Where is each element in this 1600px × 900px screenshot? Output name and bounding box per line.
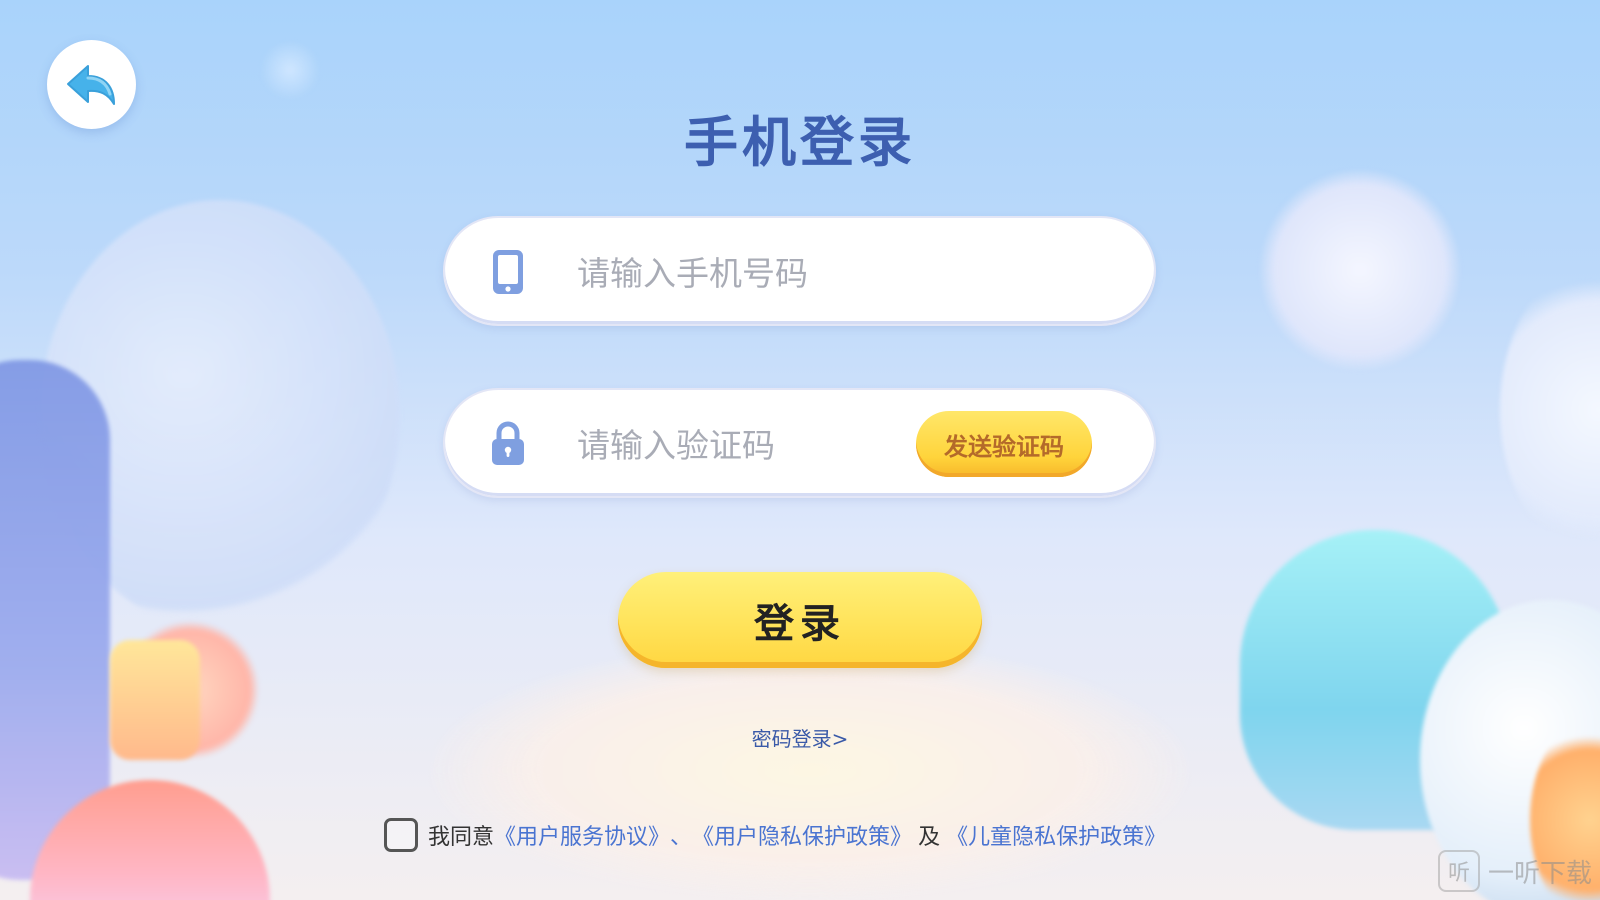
page-title: 手机登录 <box>684 111 916 174</box>
agreement-row: 我同意 《用户服务协议》 、 《用户隐私保护政策》 及 《儿童隐私保护政策》 <box>384 815 1166 855</box>
agreement-checkbox[interactable] <box>384 818 418 852</box>
code-field[interactable]: 发送验证码 <box>443 388 1156 498</box>
phone-icon <box>493 250 523 294</box>
password-login-row: 密码登录> <box>0 723 1600 752</box>
child-privacy-link[interactable]: 《儿童隐私保护政策》 <box>946 819 1166 851</box>
user-privacy-link[interactable]: 《用户隐私保护政策》 <box>692 819 912 851</box>
agreement-separator: 、 <box>670 825 693 850</box>
lock-icon <box>492 421 524 465</box>
phone-input[interactable] <box>575 242 899 304</box>
watermark: 听 一听下载 <box>1437 850 1592 892</box>
code-input[interactable] <box>575 414 899 476</box>
watermark-text: 一听下载 <box>1487 858 1592 889</box>
agreement-conjunction: 及 <box>918 825 941 850</box>
login-button-label: 登录 <box>754 601 846 647</box>
login-button[interactable]: 登录 <box>618 572 982 668</box>
password-login-link[interactable]: 密码登录> <box>752 727 849 751</box>
send-code-button[interactable]: 发送验证码 <box>916 411 1092 477</box>
phone-field[interactable] <box>443 216 1156 326</box>
user-service-link[interactable]: 《用户服务协议》 <box>494 819 670 851</box>
watermark-icon: 听 <box>1437 850 1480 892</box>
agreement-prefix: 我同意 <box>428 825 495 850</box>
